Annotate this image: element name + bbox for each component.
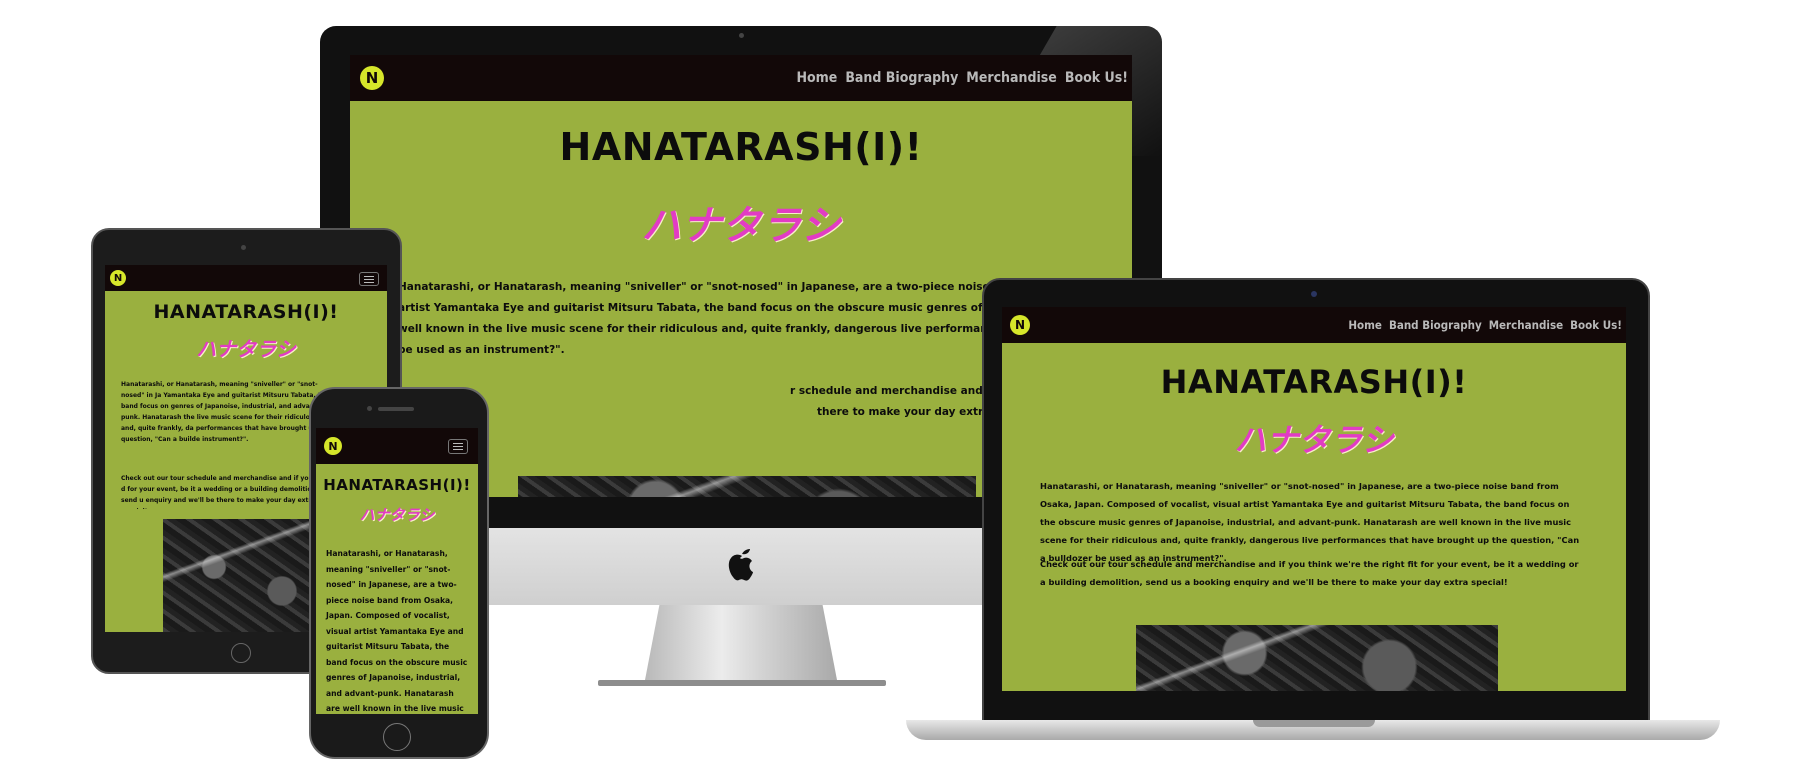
tablet-navbar: N — [105, 265, 387, 291]
phone-logo-icon[interactable]: N — [324, 437, 342, 455]
page-title: HANATARASH(I)! — [559, 125, 923, 169]
phone-page-title: HANATARASH(I)! — [323, 476, 471, 494]
phone-navbar: N — [316, 428, 478, 464]
tablet-intro-paragraph: Hanatarashi, or Hanatarash, meaning "sni… — [121, 381, 331, 443]
phone-screen: N HANATARASH(I)! ハナタラシ Hanatarashi, or H… — [316, 428, 478, 714]
imac-stand-base — [598, 680, 886, 686]
nav-home-link[interactable]: Home — [796, 70, 837, 86]
laptop-screen: N Home Band Biography Merchandise Book U… — [1002, 307, 1626, 691]
tablet-home-button[interactable] — [231, 643, 251, 663]
site-navbar: N Home Band Biography Merchandise Book U… — [350, 55, 1132, 101]
laptop-intro-paragraph: Hanatarashi, or Hanatarash, meaning "sni… — [1040, 481, 1580, 563]
tablet-logo-icon[interactable]: N — [110, 270, 126, 286]
phone-menu-icon[interactable] — [448, 439, 468, 454]
laptop-band-photo — [1136, 625, 1498, 691]
tablet-subtitle-kana: ハナタラシ — [196, 337, 296, 361]
nav-links: Home Band Biography Merchandise Book Us! — [796, 70, 1128, 86]
phone-subtitle-kana: ハナタラシ — [359, 506, 435, 524]
nav-book-link[interactable]: Book Us! — [1065, 70, 1128, 86]
tablet-menu-icon[interactable] — [359, 272, 379, 286]
laptop-booking-paragraph: Check out our tour schedule and merchand… — [1040, 559, 1579, 587]
laptop-content: HANATARASH(I)! ハナタラシ Hanatarashi, or Han… — [1002, 343, 1626, 691]
nav-biography-link[interactable]: Band Biography — [845, 70, 958, 86]
laptop-nav-home-link[interactable]: Home — [1348, 318, 1382, 332]
laptop-nav-links: Home Band Biography Merchandise Book Us! — [1348, 318, 1622, 332]
laptop-page-title: HANATARASH(I)! — [1160, 363, 1468, 401]
band-photo — [518, 476, 976, 497]
phone-intro-paragraph: Hanatarashi, or Hanatarash, meaning "sni… — [326, 549, 468, 713]
site-logo-icon[interactable]: N — [360, 66, 384, 90]
tablet-camera — [241, 245, 246, 250]
laptop-logo-icon[interactable]: N — [1010, 315, 1030, 335]
laptop-nav-book-link[interactable]: Book Us! — [1570, 318, 1622, 332]
apple-icon — [724, 542, 760, 582]
imac-camera — [739, 33, 744, 38]
laptop-nav-biography-link[interactable]: Band Biography — [1389, 318, 1482, 332]
laptop-navbar: N Home Band Biography Merchandise Book U… — [1002, 307, 1626, 343]
laptop-nav-merchandise-link[interactable]: Merchandise — [1489, 318, 1563, 332]
tablet-page-title: HANATARASH(I)! — [153, 301, 339, 323]
tablet-booking-paragraph: Check out our tour schedule and merchand… — [121, 475, 332, 509]
laptop-subtitle-kana: ハナタラシ — [1234, 421, 1394, 459]
phone-camera — [367, 406, 372, 411]
phone-home-button[interactable] — [383, 723, 411, 751]
tablet-band-photo — [163, 519, 333, 632]
imac-stand — [645, 600, 837, 680]
laptop-camera — [1311, 291, 1317, 297]
page-subtitle-kana: ハナタラシ — [641, 203, 841, 249]
phone-content: HANATARASH(I)! ハナタラシ Hanatarashi, or Han… — [316, 464, 478, 714]
phone-speaker — [378, 407, 414, 411]
nav-merchandise-link[interactable]: Merchandise — [966, 70, 1057, 86]
laptop-notch — [1253, 720, 1375, 727]
